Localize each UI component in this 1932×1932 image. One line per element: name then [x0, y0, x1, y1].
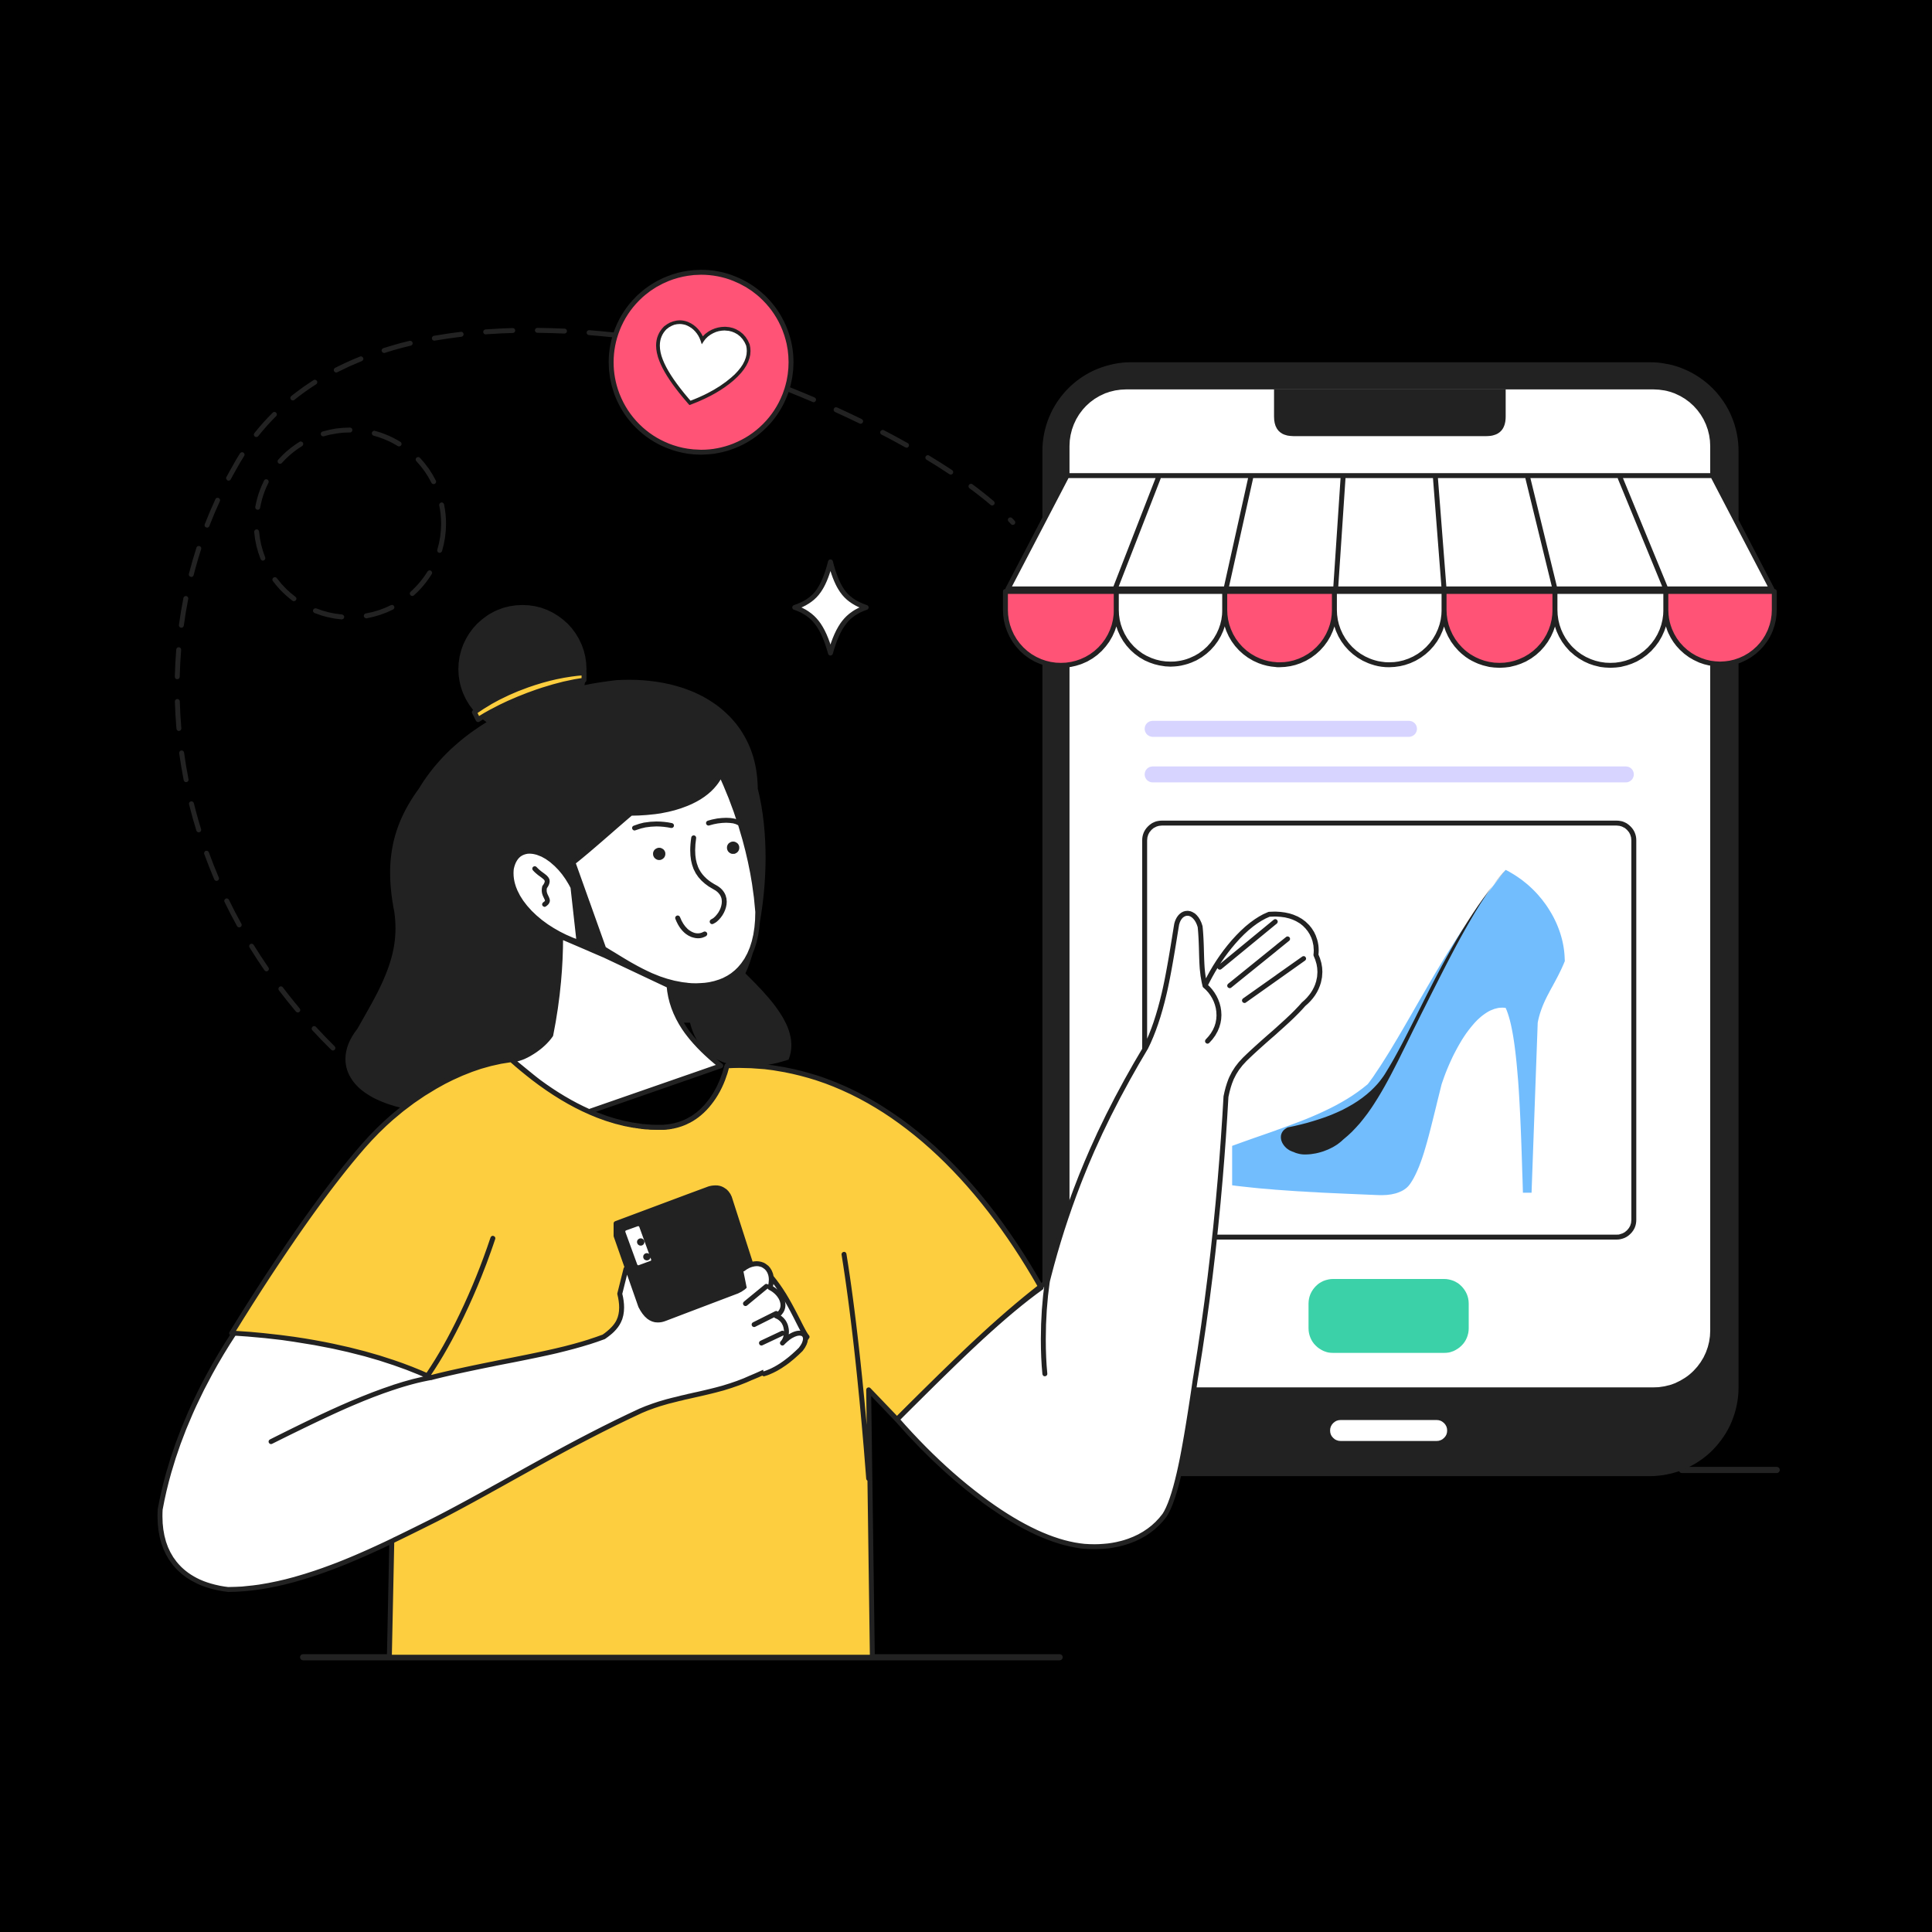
buy-button[interactable] — [1308, 1278, 1469, 1353]
text-line-2 — [1145, 766, 1634, 783]
phone-notch — [1274, 389, 1506, 437]
sparkle-icon — [792, 559, 869, 656]
text-line-1 — [1145, 720, 1417, 737]
awning-icon — [1002, 473, 1777, 668]
heart-badge[interactable] — [608, 270, 794, 455]
shopping-illustration — [157, 270, 1781, 1661]
home-indicator — [1326, 1416, 1451, 1445]
